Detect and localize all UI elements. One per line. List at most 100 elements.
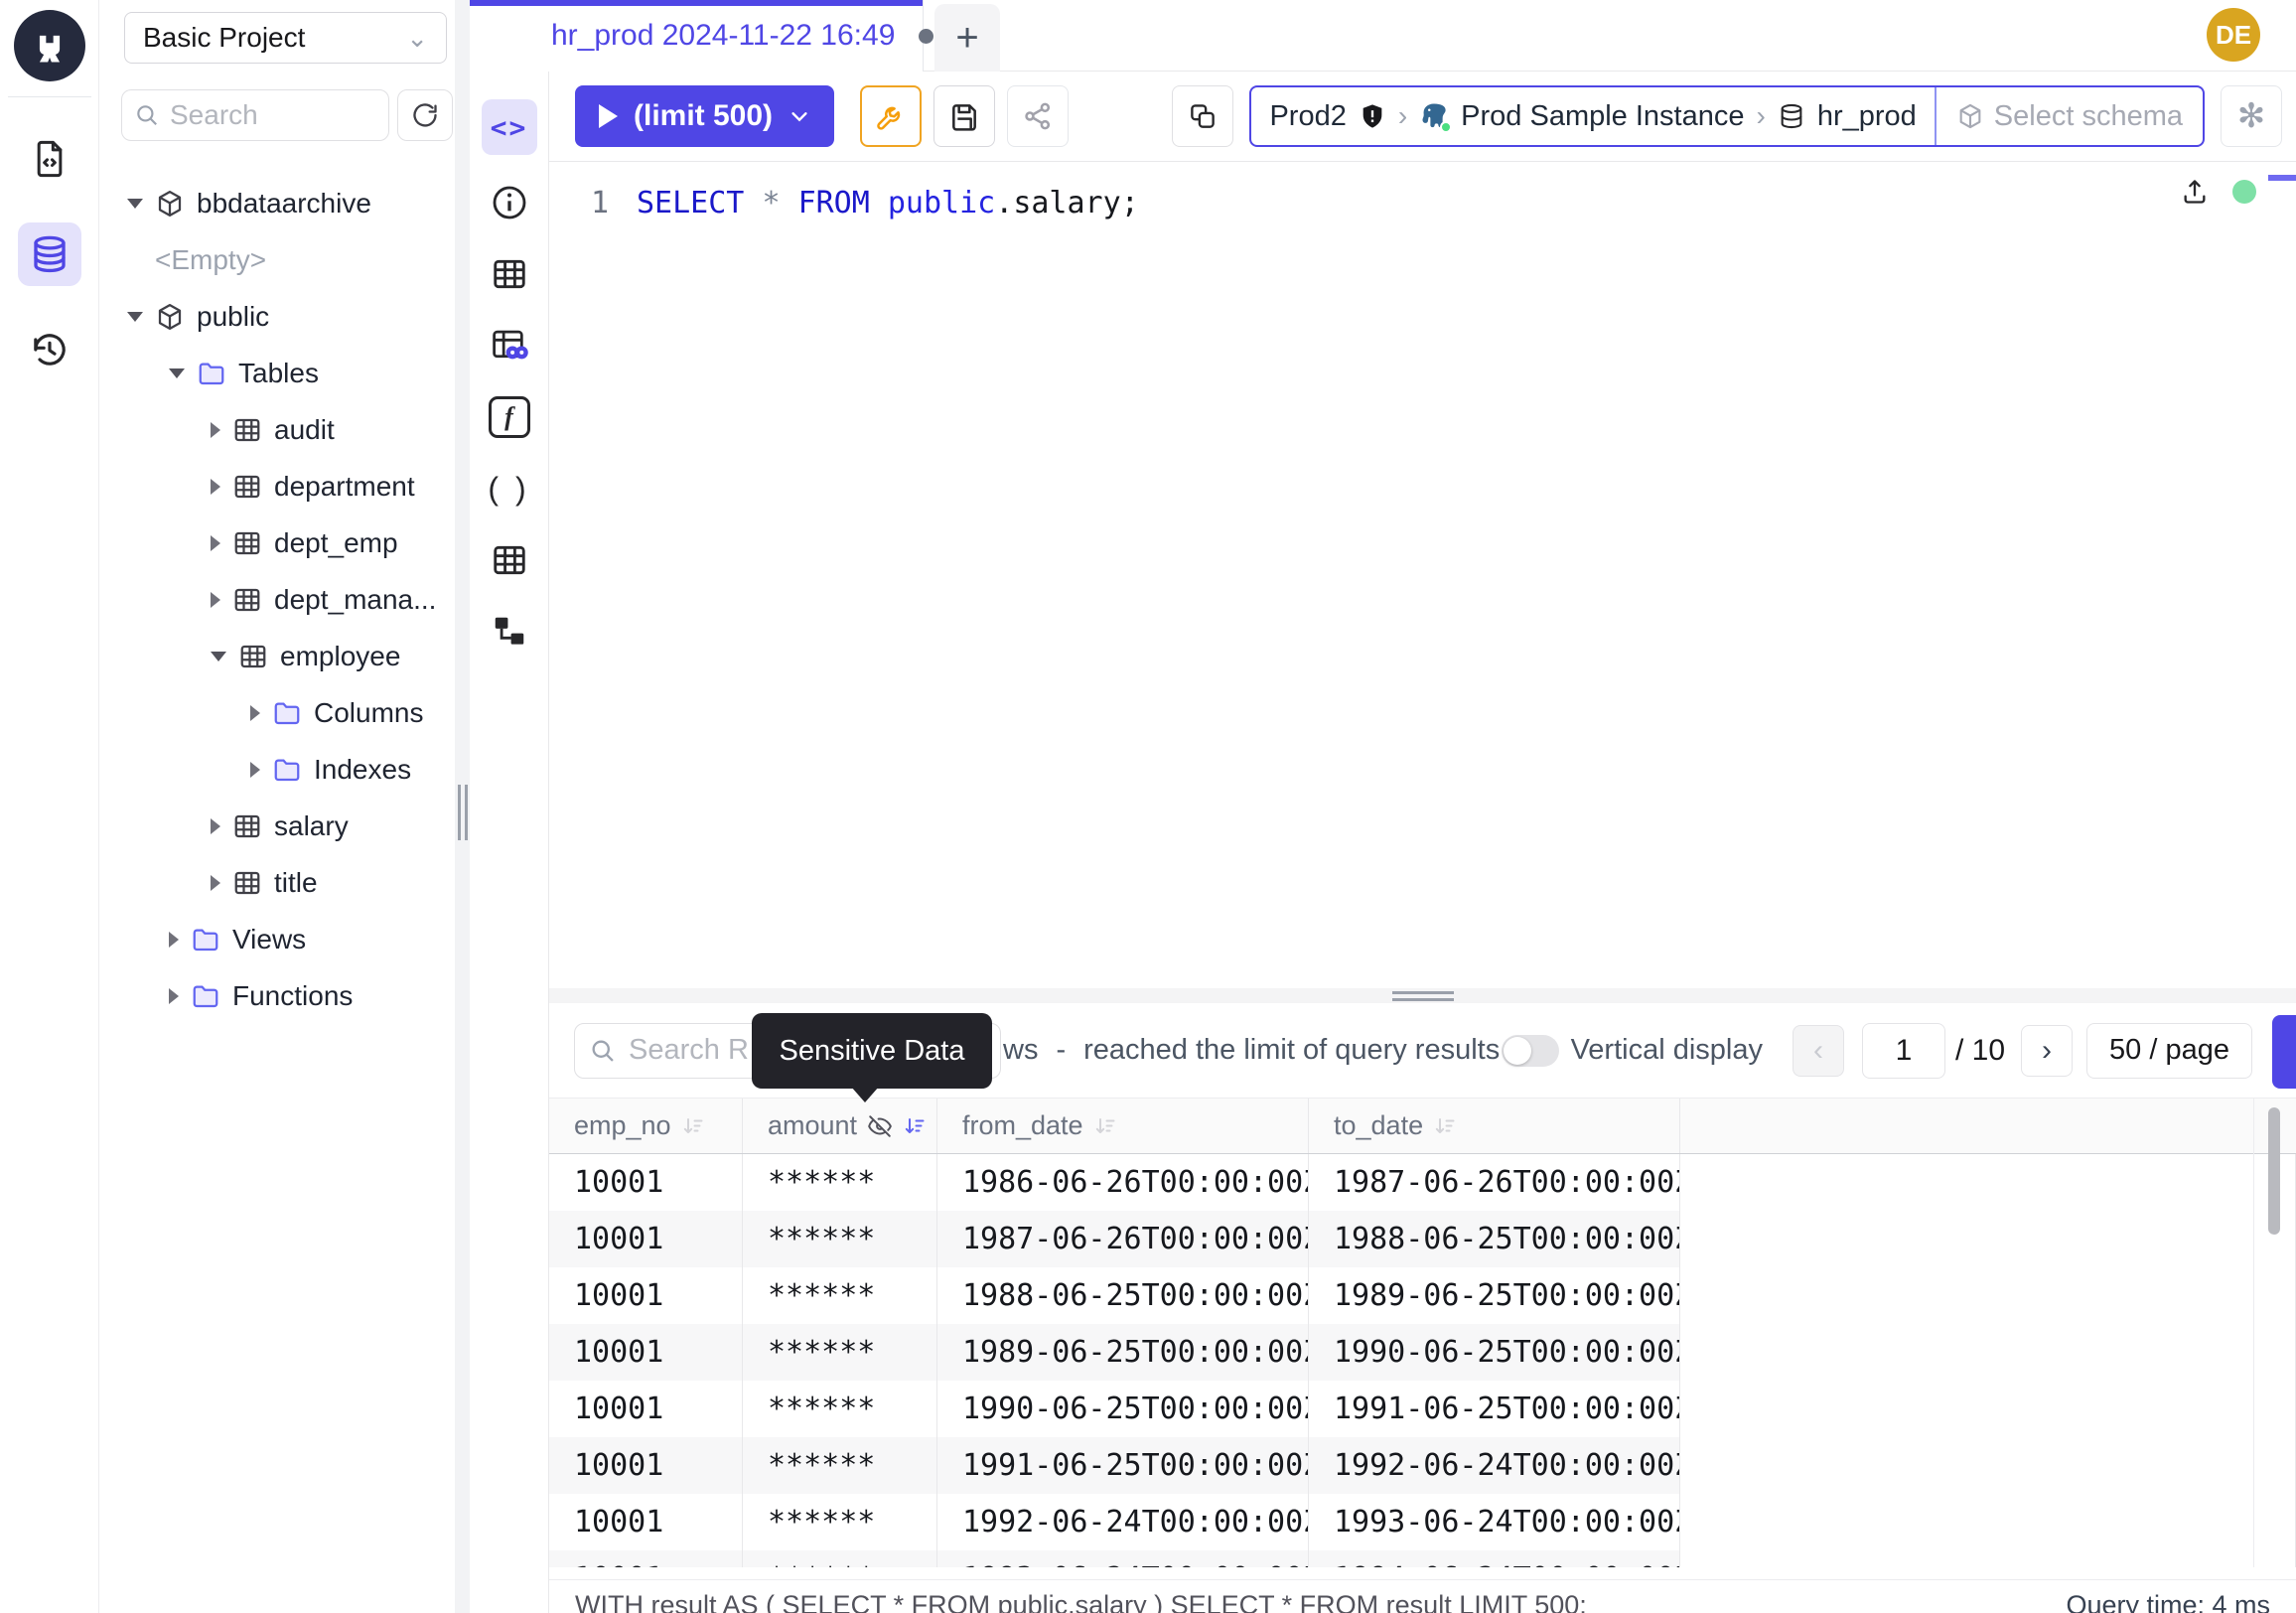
table-icon (232, 811, 262, 841)
connection-breadcrumb[interactable]: Prod2 › Prod Sampl (1249, 85, 2205, 147)
tree-item-dept-emp[interactable]: dept_emp (99, 514, 455, 571)
bytebase-logo[interactable] (14, 10, 85, 81)
sql-editor-area[interactable]: 1 SELECT * FROM public.salary; (549, 162, 2296, 988)
new-tab-button[interactable]: + (934, 4, 1000, 72)
tab-title: hr_prod 2024-11-22 16:49 (551, 19, 895, 53)
table-row[interactable]: 10001******1988-06-25T00:00:00Z1989-06-2… (549, 1267, 2296, 1324)
tables-panel-icon[interactable] (482, 250, 537, 298)
tree-label: <Empty> (155, 244, 266, 276)
upload-icon[interactable] (2181, 178, 2209, 206)
tree-item-audit[interactable]: audit (99, 401, 455, 458)
table-row[interactable]: 10001******1993-06-24T00:00:00Z1994-06-2… (549, 1550, 2296, 1567)
tree-item-dept-manager[interactable]: dept_mana... (99, 571, 455, 628)
next-page-button[interactable]: › (2021, 1025, 2073, 1077)
tree-item-salary[interactable]: salary (99, 798, 455, 854)
caret-right-icon[interactable] (211, 818, 220, 834)
functions-panel-icon[interactable]: f (482, 393, 537, 441)
sort-icon[interactable] (1433, 1114, 1457, 1138)
refresh-button[interactable] (397, 89, 453, 141)
history-icon[interactable] (18, 318, 81, 381)
database-icon (1778, 102, 1805, 130)
chevron-down-icon[interactable] (789, 105, 810, 127)
share-icon (1022, 100, 1054, 132)
sidebar-search[interactable] (121, 89, 389, 141)
page-input[interactable] (1862, 1023, 1945, 1079)
eye-off-icon[interactable] (867, 1113, 893, 1139)
sort-icon-active[interactable] (903, 1114, 927, 1138)
sql-code-panel-icon[interactable]: <> (482, 99, 537, 155)
table-row[interactable]: 10001******1990-06-25T00:00:00Z1991-06-2… (549, 1381, 2296, 1437)
panel-resize-handle[interactable] (549, 988, 2296, 1003)
column-header-emp-no[interactable]: emp_no (549, 1099, 743, 1153)
page-size-select[interactable]: 50 / page (2086, 1023, 2252, 1079)
schema-diagram-icon[interactable] (482, 608, 537, 656)
table-row[interactable]: 10001******1992-06-24T00:00:00Z1993-06-2… (549, 1494, 2296, 1550)
caret-right-icon[interactable] (250, 762, 260, 778)
export-button[interactable] (2272, 1015, 2296, 1089)
run-query-button[interactable]: (limit 500) (575, 85, 834, 147)
select-schema-button[interactable]: Select schema (1935, 87, 2203, 145)
ai-assistant-button[interactable]: ✻ (2221, 85, 2282, 147)
caret-right-icon[interactable] (211, 422, 220, 438)
table-row[interactable]: 10001******1991-06-25T00:00:00Z1992-06-2… (549, 1437, 2296, 1494)
column-header-amount[interactable]: amount (743, 1099, 937, 1153)
table-row[interactable]: 10001******1987-06-26T00:00:00Z1988-06-2… (549, 1211, 2296, 1267)
tree-item-columns[interactable]: Columns (99, 684, 455, 741)
tree-item-title[interactable]: title (99, 854, 455, 911)
save-sheet-button[interactable] (933, 85, 995, 147)
share-sheet-button[interactable] (1007, 85, 1069, 147)
editor-toolbar: (limit 500) (549, 72, 2296, 162)
tree-item-department[interactable]: department (99, 458, 455, 514)
worksheet-tab[interactable]: hr_prod 2024-11-22 16:49 (470, 0, 924, 72)
tree-item-views[interactable]: Views (99, 911, 455, 967)
tree-item-public[interactable]: public (99, 288, 455, 345)
query-time: Query time: 4 ms (2066, 1590, 2270, 1613)
schema-cube-icon (155, 189, 185, 219)
caret-right-icon[interactable] (169, 988, 179, 1004)
tree-item-bbdataarchive[interactable]: bbdataarchive (99, 175, 455, 231)
worksheet-icon[interactable] (18, 127, 81, 191)
prev-page-button[interactable]: ‹ (1793, 1025, 1844, 1077)
info-icon[interactable] (482, 179, 537, 226)
tree-label: public (197, 301, 269, 333)
caret-right-icon[interactable] (211, 535, 220, 551)
project-select[interactable]: Basic Project ⌄ (124, 12, 447, 64)
caret-down-icon[interactable] (127, 199, 143, 209)
external-tables-panel-icon[interactable] (482, 536, 537, 584)
tree-item-indexes[interactable]: Indexes (99, 741, 455, 798)
code-line-1[interactable]: 1 SELECT * FROM public.salary; (549, 162, 2296, 225)
column-header-from-date[interactable]: from_date (937, 1099, 1309, 1153)
database-panel-icon[interactable] (18, 222, 81, 286)
table-icon (232, 415, 262, 445)
format-sql-button[interactable] (860, 85, 922, 147)
masked-data-icon[interactable] (482, 322, 537, 369)
table-row[interactable]: 10001******1989-06-25T00:00:00Z1990-06-2… (549, 1324, 2296, 1381)
caret-right-icon[interactable] (169, 932, 179, 948)
caret-right-icon[interactable] (211, 479, 220, 495)
tree-label: title (274, 867, 318, 899)
caret-right-icon[interactable] (211, 592, 220, 608)
tab-bar: hr_prod 2024-11-22 16:49 + DE (470, 0, 2296, 72)
batch-mode-button[interactable] (1172, 85, 1233, 147)
table-icon (232, 585, 262, 615)
user-avatar[interactable]: DE (2207, 8, 2260, 62)
sort-icon[interactable] (1093, 1114, 1117, 1138)
tree-item-functions[interactable]: Functions (99, 967, 455, 1024)
column-header-to-date[interactable]: to_date (1309, 1099, 1680, 1153)
left-rail (0, 0, 99, 1613)
search-icon (589, 1037, 617, 1065)
tree-item-tables[interactable]: Tables (99, 345, 455, 401)
sidebar-search-input[interactable] (170, 99, 359, 131)
table-row[interactable]: 10001******1986-06-26T00:00:00Z1987-06-2… (549, 1154, 2296, 1211)
procedures-panel-icon[interactable]: ( ) (482, 465, 537, 513)
scrollbar-thumb[interactable] (2268, 1107, 2280, 1235)
caret-down-icon[interactable] (211, 652, 226, 661)
caret-right-icon[interactable] (211, 875, 220, 891)
caret-down-icon[interactable] (169, 368, 185, 378)
caret-right-icon[interactable] (250, 705, 260, 721)
vertical-display-toggle[interactable] (1502, 1035, 1559, 1067)
tree-item-employee[interactable]: employee (99, 628, 455, 684)
sort-icon[interactable] (681, 1114, 705, 1138)
sidebar-resize-handle[interactable] (455, 0, 470, 1613)
caret-down-icon[interactable] (127, 312, 143, 322)
